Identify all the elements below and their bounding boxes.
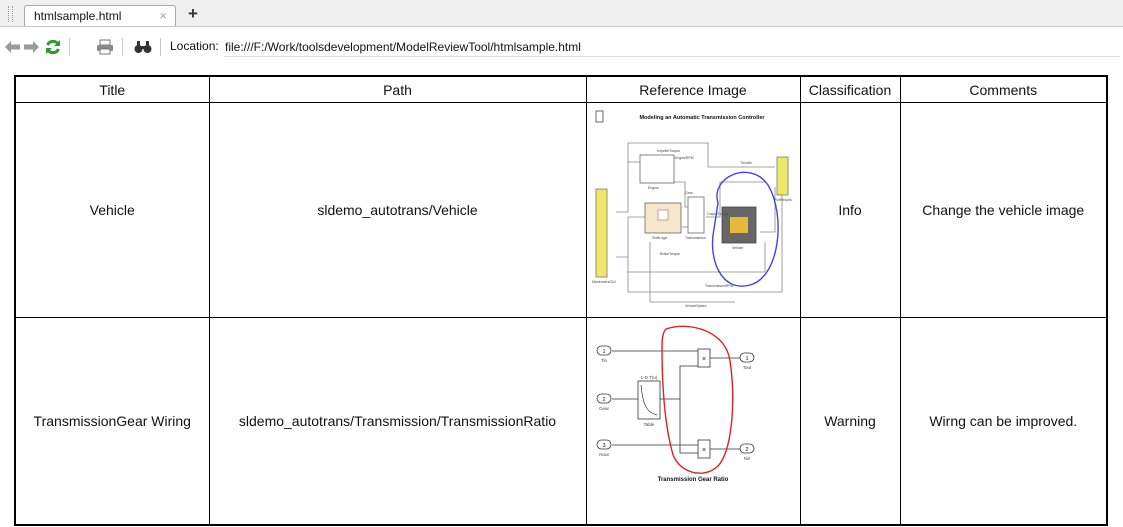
review-highlight-circle [661,325,734,474]
reference-image-cell: 1 Tin 2 Gear 3 Nout 1-D T(u) Table × × 1… [585,316,801,526]
column-header-comments: Comments [899,75,1108,103]
forward-arrow-icon[interactable] [23,36,40,58]
port-label-tin: Tin [601,358,608,363]
model-review-table: Title Path Reference Image Classificatio… [14,75,1108,526]
lookup-label: 1-D T(u) [641,375,658,380]
port-number: 1 [745,356,748,362]
toolbar-separator [160,38,161,56]
classification-cell: Warning [799,316,901,526]
label-throttle: Throttle [740,161,752,165]
port-number: 1 [602,349,605,355]
plot-results-block [776,156,789,196]
location-label: Location: [170,39,219,53]
label-transmission-rpm: TransmissionRPM [705,284,734,288]
label-maneuvers-gui: ManeuversGUI [592,280,616,284]
find-icon[interactable] [133,36,153,58]
column-header-reference-image: Reference Image [585,75,801,103]
label-brake-torque: BrakeTorque [660,252,680,256]
location-field[interactable] [224,37,1120,57]
label-vehicle-speed: VehicleSpeed [685,304,706,308]
port-label-gear: Gear [599,406,610,411]
label-plot-results: PlotResults [774,198,792,202]
comment-cell: Wirng can be improved. [899,316,1108,526]
tab-strip-grip[interactable] [8,6,13,22]
label-engine-rpm: EngineRPM [675,156,694,160]
column-header-path: Path [208,75,587,103]
tab-htmlsample[interactable]: htmlsample.html × [24,5,176,26]
shift-logic-chart-icon [657,209,669,221]
back-arrow-icon[interactable] [4,36,21,58]
column-header-title: Title [14,75,210,103]
label-transmission: Transmission [685,236,706,240]
maneuvers-gui-block [595,188,608,278]
label-output-torque: OutputTorque [707,212,728,216]
new-tab-button[interactable]: + [182,5,204,25]
title-cell: TransmissionGear Wiring [14,316,210,526]
product-glyph: × [702,356,706,363]
table-header-row: Title Path Reference Image Classificatio… [14,75,1108,103]
title-cell: Vehicle [14,102,210,318]
signal-lines [612,350,740,454]
classification-cell: Info [799,102,901,318]
label-impeller-torque: ImpellerTorque [657,149,680,153]
navigation-toolbar: Location: [0,36,1123,60]
toolbar-separator [122,38,123,56]
comment-cell: Change the vehicle image [899,102,1108,318]
port-label-nin: Nin [744,456,751,461]
column-header-classification: Classification [799,75,901,103]
label-shift-logic: ShiftLogic [652,236,668,240]
port-number: 2 [745,447,748,453]
print-icon[interactable] [95,36,115,58]
label-engine: Engine [648,186,659,190]
transmission-ratio-diagram: 1 Tin 2 Gear 3 Nout 1-D T(u) Table × × 1… [596,325,755,483]
product-glyph: × [702,447,706,454]
path-cell: sldemo_autotrans/Transmission/Transmissi… [208,316,587,526]
refresh-icon[interactable] [44,36,62,58]
engine-block [639,154,675,184]
path-cell: sldemo_autotrans/Vehicle [208,102,587,318]
diagram-title: Modeling an Automatic Transmission Contr… [639,115,765,121]
port-label-nout: Nout [599,452,609,457]
port-label-tout: Tout [743,365,752,370]
label-gear: Gear [685,191,694,195]
info-block [595,110,604,123]
label-vehicle: Vehicle [732,246,743,250]
table-row: Vehicle sldemo_autotrans/Vehicle Modelin… [14,102,1108,318]
close-tab-icon[interactable]: × [159,8,167,23]
toolbar-separator [69,38,70,56]
vehicle-image [730,216,748,233]
transmission-block [687,196,705,234]
tab-strip: htmlsample.html × + [0,0,1123,27]
diagram-title: Transmission Gear Ratio [658,477,729,483]
table-row: TransmissionGear Wiring sldemo_autotrans… [14,316,1108,526]
reference-image-cell: Modeling an Automatic Transmission Contr… [585,102,801,318]
port-number: 2 [602,397,605,403]
vehicle-model-diagram: Modeling an Automatic Transmission Contr… [592,110,792,308]
tab-label: htmlsample.html [34,9,122,23]
port-number: 3 [602,443,605,449]
table-label: Table [644,422,655,427]
